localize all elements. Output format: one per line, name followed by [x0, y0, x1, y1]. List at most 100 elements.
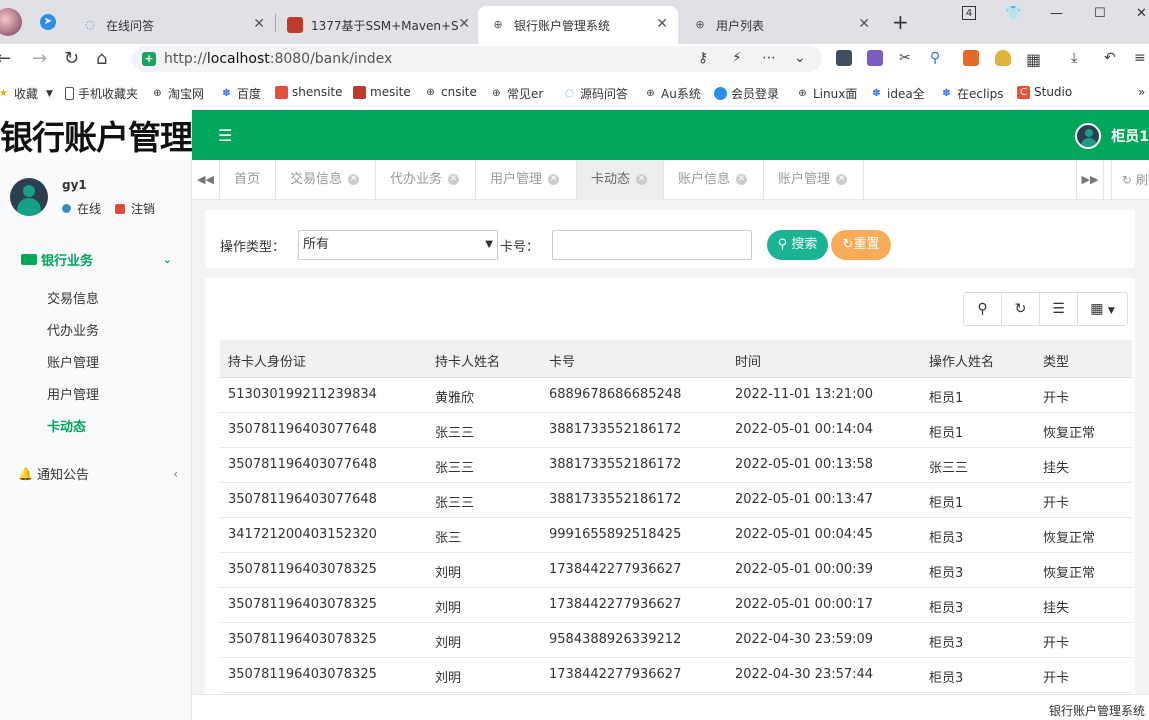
hamburger-menu-icon[interactable]: ☰	[218, 126, 232, 145]
tab-home[interactable]: 首页	[220, 160, 276, 200]
card-number-input[interactable]	[552, 230, 752, 260]
browser-tab-2[interactable]: 1377基于SSM+Maven+S ✕	[275, 6, 480, 44]
table-row[interactable]: 513030199211239834 黄雅欣 6889678686685248 202…	[220, 378, 1132, 413]
sidebar-item-notices[interactable]: 🔔 通知公告 ‹	[18, 464, 178, 484]
table-row[interactable]: 350781196403078325 刘明 1738442277936627 2022…	[220, 658, 1132, 693]
bookmark-item[interactable]: 会员登录	[714, 85, 779, 102]
new-tab-button[interactable]: +	[892, 10, 909, 34]
bookmark-item[interactable]: ✽ 在eclips	[940, 85, 1003, 102]
close-icon[interactable]: ✕	[458, 16, 470, 32]
tab-account-manage[interactable]: 账户管理 ✕	[764, 160, 864, 200]
tab-card-activity[interactable]: 卡动态 ✕	[577, 160, 664, 200]
menu-icon[interactable]: ≡	[1134, 50, 1146, 66]
table-columns-button[interactable]: ▦ ▼	[1077, 292, 1128, 326]
apps-grid-icon[interactable]: ▦	[1026, 50, 1041, 69]
table-row[interactable]: 350781196403078325 刘明 9584388926339212 2022…	[220, 623, 1132, 658]
close-icon[interactable]: ✕	[448, 174, 460, 185]
bookmark-item[interactable]: shensite	[275, 85, 343, 99]
sidebar-item-card-activity[interactable]: 卡动态	[47, 416, 86, 435]
close-icon[interactable]: ✕	[348, 174, 360, 185]
tab-transactions[interactable]: 交易信息 ✕	[276, 160, 376, 200]
column-header[interactable]: 卡号	[549, 351, 575, 370]
telegram-icon[interactable]: ➤	[40, 14, 56, 30]
tab-count-badge[interactable]: 4	[962, 6, 976, 20]
lightning-icon[interactable]: ⚡	[732, 50, 742, 66]
sidebar-group-bank[interactable]: 银行业务 ⌄	[0, 248, 192, 270]
search-icon[interactable]: ⚲	[930, 50, 940, 66]
table-row[interactable]: 350781196403078325 刘明 1738442277936627 2022…	[220, 553, 1132, 588]
browser-tab-4[interactable]: ⊕ 用户列表 ✕	[680, 6, 880, 44]
forward-icon[interactable]: →	[32, 48, 47, 69]
game-icon[interactable]	[963, 50, 979, 66]
undo-icon[interactable]: ↶	[1104, 50, 1116, 66]
sidebar-item-transactions[interactable]: 交易信息	[47, 288, 99, 307]
tab-account-info[interactable]: 账户信息 ✕	[664, 160, 764, 200]
table-refresh-button[interactable]: ↻	[1001, 292, 1040, 326]
sidebar-item-users[interactable]: 用户管理	[47, 384, 99, 403]
tab-agency[interactable]: 代办业务 ✕	[376, 160, 476, 200]
table-row[interactable]: 350781196403078325 刘明 1738442277936627 2022…	[220, 588, 1132, 623]
close-icon[interactable]: ✕	[836, 174, 848, 185]
profile-avatar[interactable]	[0, 8, 22, 36]
bookmark-item[interactable]: ✽ idea全	[870, 85, 924, 102]
column-header[interactable]: 类型	[1043, 351, 1069, 370]
table-row[interactable]: 350781196403077648 张三三 3881733552186172 202…	[220, 483, 1132, 518]
column-header[interactable]: 持卡人身份证	[228, 351, 306, 370]
close-window-icon[interactable]: ✕	[1136, 6, 1147, 21]
extension-icon[interactable]	[836, 50, 852, 66]
back-icon[interactable]: ←	[0, 48, 11, 69]
more-icon[interactable]: ⋯	[762, 50, 776, 66]
more-bookmarks-icon[interactable]: »	[1138, 85, 1145, 99]
reload-icon[interactable]: ↻	[64, 48, 79, 69]
bookmark-item[interactable]: ✽ 百度	[220, 85, 261, 102]
logout-link[interactable]: 注销	[131, 200, 155, 217]
browser-tab-1[interactable]: ◌ 在线问答 ✕	[70, 6, 275, 44]
sidebar-item-accounts[interactable]: 账户管理	[47, 352, 99, 371]
refresh-tab-button[interactable]: ↻ 刷新	[1111, 160, 1149, 200]
bookmark-item[interactable]: 手机收藏夹	[65, 85, 138, 102]
download-icon[interactable]: ⤓	[1071, 50, 1077, 66]
tabs-scroll-right-icon[interactable]: ▶▶	[1076, 160, 1104, 200]
chevron-down-icon[interactable]: ⌄	[794, 50, 806, 66]
column-header[interactable]: 时间	[735, 351, 761, 370]
browser-tab-3[interactable]: ⊕ 银行账户管理系统 ✕	[478, 6, 678, 44]
search-button[interactable]: ⚲ 搜索	[767, 230, 828, 260]
bookmark-item[interactable]: ⊕ cnsite	[424, 85, 477, 99]
bookmark-item[interactable]: ⊕ Linux面	[796, 85, 857, 102]
home-icon[interactable]: ⌂	[96, 48, 107, 69]
close-icon[interactable]: ✕	[548, 174, 560, 185]
key-icon[interactable]: ⚷	[698, 50, 708, 66]
bookmark-item[interactable]: C Studio	[1017, 85, 1072, 99]
tab-users[interactable]: 用户管理 ✕	[476, 160, 577, 200]
close-icon[interactable]: ✕	[636, 174, 648, 185]
minimize-icon[interactable]: —	[1050, 6, 1063, 21]
type-select[interactable]: 所有 ▼	[298, 230, 498, 260]
table-row[interactable]: 350781196403077648 张三三 3881733552186172 202…	[220, 413, 1132, 448]
bookmark-item[interactable]: mesite	[353, 85, 411, 99]
bookmark-item[interactable]: ◌ 源码问答	[563, 85, 628, 102]
column-header[interactable]: 持卡人姓名	[435, 351, 500, 370]
translate-icon[interactable]	[867, 50, 883, 66]
close-icon[interactable]: ✕	[736, 174, 748, 185]
shirt-icon[interactable]: 👕	[1005, 6, 1021, 21]
tabs-scroll-left-icon[interactable]: ◀◀	[192, 160, 220, 200]
maximize-icon[interactable]: ☐	[1094, 6, 1106, 21]
url-field[interactable]: + http://localhost:8080/bank/index	[132, 46, 822, 72]
close-icon[interactable]: ✕	[656, 16, 668, 32]
bookmark-item[interactable]: ⊕ 淘宝网	[151, 85, 204, 102]
top-user-menu[interactable]: 柜员1	[1075, 123, 1149, 149]
bookmark-item[interactable]: ⊕ 常见er	[490, 85, 543, 102]
table-search-button[interactable]: ⚲	[963, 292, 1002, 326]
sidebar-item-agency[interactable]: 代办业务	[47, 320, 99, 339]
close-icon[interactable]: ✕	[253, 16, 265, 32]
table-row[interactable]: 350781196403077648 张三三 3881733552186172 202…	[220, 448, 1132, 483]
bookmark-item[interactable]: ⊕ Au系统	[644, 85, 701, 102]
table-toggle-view-button[interactable]: ☰	[1039, 292, 1078, 326]
bookmark-item[interactable]: ★ 收藏 ▼	[0, 85, 53, 102]
scissors-icon[interactable]: ✂	[899, 50, 911, 66]
shield-icon[interactable]	[995, 50, 1011, 66]
close-icon[interactable]: ✕	[858, 16, 870, 32]
column-header[interactable]: 操作人姓名	[929, 351, 994, 370]
reset-button[interactable]: ↻重置	[831, 230, 891, 260]
table-row[interactable]: 341721200403152320 张三 9991655892518425 2022…	[220, 518, 1132, 553]
